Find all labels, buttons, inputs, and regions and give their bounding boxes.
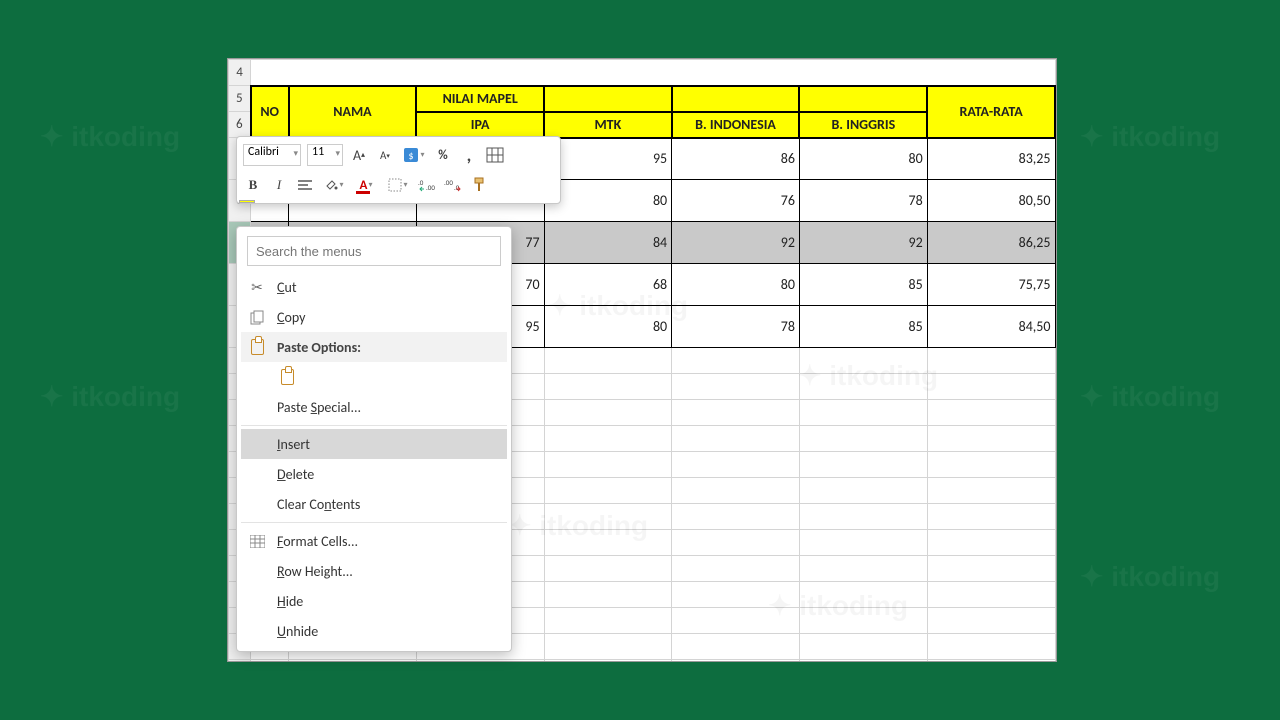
- decrease-decimal-icon[interactable]: .00.0: [443, 175, 463, 195]
- font-name-select[interactable]: Calibri: [243, 144, 301, 166]
- menu-insert[interactable]: Insert: [241, 429, 507, 459]
- svg-text:$: $: [409, 149, 414, 162]
- col-nilai-mapel: NILAI MAPEL: [416, 86, 544, 112]
- menu-label: Clear Contents: [277, 496, 360, 513]
- cell[interactable]: 95: [544, 138, 672, 180]
- cell[interactable]: 80: [544, 180, 672, 222]
- menu-format-cells[interactable]: Format Cells...: [241, 526, 507, 556]
- clipboard-icon: [277, 369, 297, 385]
- percent-icon[interactable]: %: [433, 145, 453, 165]
- cell[interactable]: 92: [799, 222, 927, 264]
- cell[interactable]: 92: [672, 222, 800, 264]
- menu-delete[interactable]: Delete: [241, 459, 507, 489]
- cell[interactable]: 85: [799, 264, 927, 306]
- col-no: NO: [251, 86, 289, 138]
- col-nama: NAMA: [289, 86, 417, 138]
- col-mtk: MTK: [544, 112, 672, 138]
- menu-label: Row Height...: [277, 563, 353, 580]
- menu-label: Format Cells...: [277, 533, 358, 550]
- paste-icon: [247, 339, 267, 355]
- menu-cut[interactable]: ✂ Cut: [241, 272, 507, 302]
- align-icon[interactable]: [295, 175, 315, 195]
- menu-label: Insert: [277, 436, 310, 453]
- col-ipa: IPA: [416, 112, 544, 138]
- menu-hide[interactable]: Hide: [241, 586, 507, 616]
- cell[interactable]: 85: [799, 306, 927, 348]
- menu-label: Paste Special...: [277, 399, 361, 416]
- context-menu: ✂ Cut Copy Paste Options: Paste Special.…: [236, 226, 512, 652]
- cell[interactable]: 75,75: [927, 264, 1055, 306]
- menu-label: Unhide: [277, 623, 318, 640]
- menu-label: Paste Options:: [277, 339, 361, 356]
- copy-icon: [247, 310, 267, 325]
- menu-clear-contents[interactable]: Clear Contents: [241, 489, 507, 519]
- col-bing: B. INGGRIS: [799, 112, 927, 138]
- cell[interactable]: 80: [672, 264, 800, 306]
- cell[interactable]: 84: [544, 222, 672, 264]
- cell[interactable]: 76: [672, 180, 800, 222]
- mini-toolbar: Calibri 11 A▴ A▾ $ % , B I A .0.00: [236, 136, 561, 204]
- merge-center-icon[interactable]: [485, 145, 505, 165]
- increase-font-icon[interactable]: A▴: [349, 145, 369, 165]
- row-header[interactable]: 5: [229, 86, 251, 112]
- cell[interactable]: 68: [544, 264, 672, 306]
- menu-copy[interactable]: Copy: [241, 302, 507, 332]
- col-rata: RATA-RATA: [927, 86, 1055, 138]
- cell[interactable]: 78: [672, 306, 800, 348]
- bold-icon[interactable]: B: [243, 175, 263, 195]
- cell[interactable]: 84,50: [927, 306, 1055, 348]
- row-header[interactable]: 6: [229, 112, 251, 138]
- svg-text:.0: .0: [418, 178, 424, 187]
- format-painter-icon[interactable]: [469, 175, 489, 195]
- cell[interactable]: 80: [799, 138, 927, 180]
- row-header[interactable]: 2: [229, 660, 251, 663]
- svg-text:.00: .00: [426, 183, 435, 192]
- cell[interactable]: 86: [672, 138, 800, 180]
- menu-label: Cut: [277, 279, 297, 296]
- menu-search-input[interactable]: [247, 236, 501, 266]
- col-bindo: B. INDONESIA: [672, 112, 800, 138]
- menu-paste-default[interactable]: [241, 362, 507, 392]
- row-header[interactable]: 4: [229, 60, 251, 86]
- cut-icon: ✂: [247, 279, 267, 296]
- menu-separator: [241, 522, 507, 523]
- italic-icon[interactable]: I: [269, 175, 289, 195]
- cell[interactable]: 83,25: [927, 138, 1055, 180]
- font-color-icon[interactable]: A: [353, 175, 379, 195]
- borders-icon[interactable]: [385, 175, 411, 195]
- menu-row-height[interactable]: Row Height...: [241, 556, 507, 586]
- accounting-format-icon[interactable]: $: [401, 145, 427, 165]
- format-cells-icon: [247, 535, 267, 548]
- decrease-font-icon[interactable]: A▾: [375, 145, 395, 165]
- menu-separator: [241, 425, 507, 426]
- increase-decimal-icon[interactable]: .0.00: [417, 175, 437, 195]
- menu-label: Hide: [277, 593, 303, 610]
- svg-text:.00: .00: [444, 178, 453, 187]
- menu-unhide[interactable]: Unhide: [241, 616, 507, 646]
- menu-search[interactable]: [247, 236, 501, 266]
- cell[interactable]: 80,50: [927, 180, 1055, 222]
- cell[interactable]: 80: [544, 306, 672, 348]
- comma-icon[interactable]: ,: [459, 145, 479, 165]
- menu-label: Delete: [277, 466, 314, 483]
- menu-label: Copy: [277, 309, 305, 326]
- fill-color-icon[interactable]: [321, 175, 347, 195]
- cell[interactable]: 78: [799, 180, 927, 222]
- menu-paste-special[interactable]: Paste Special...: [241, 392, 507, 422]
- menu-paste-options-header: Paste Options:: [241, 332, 507, 362]
- font-size-select[interactable]: 11: [307, 144, 343, 166]
- cell[interactable]: 86,25: [927, 222, 1055, 264]
